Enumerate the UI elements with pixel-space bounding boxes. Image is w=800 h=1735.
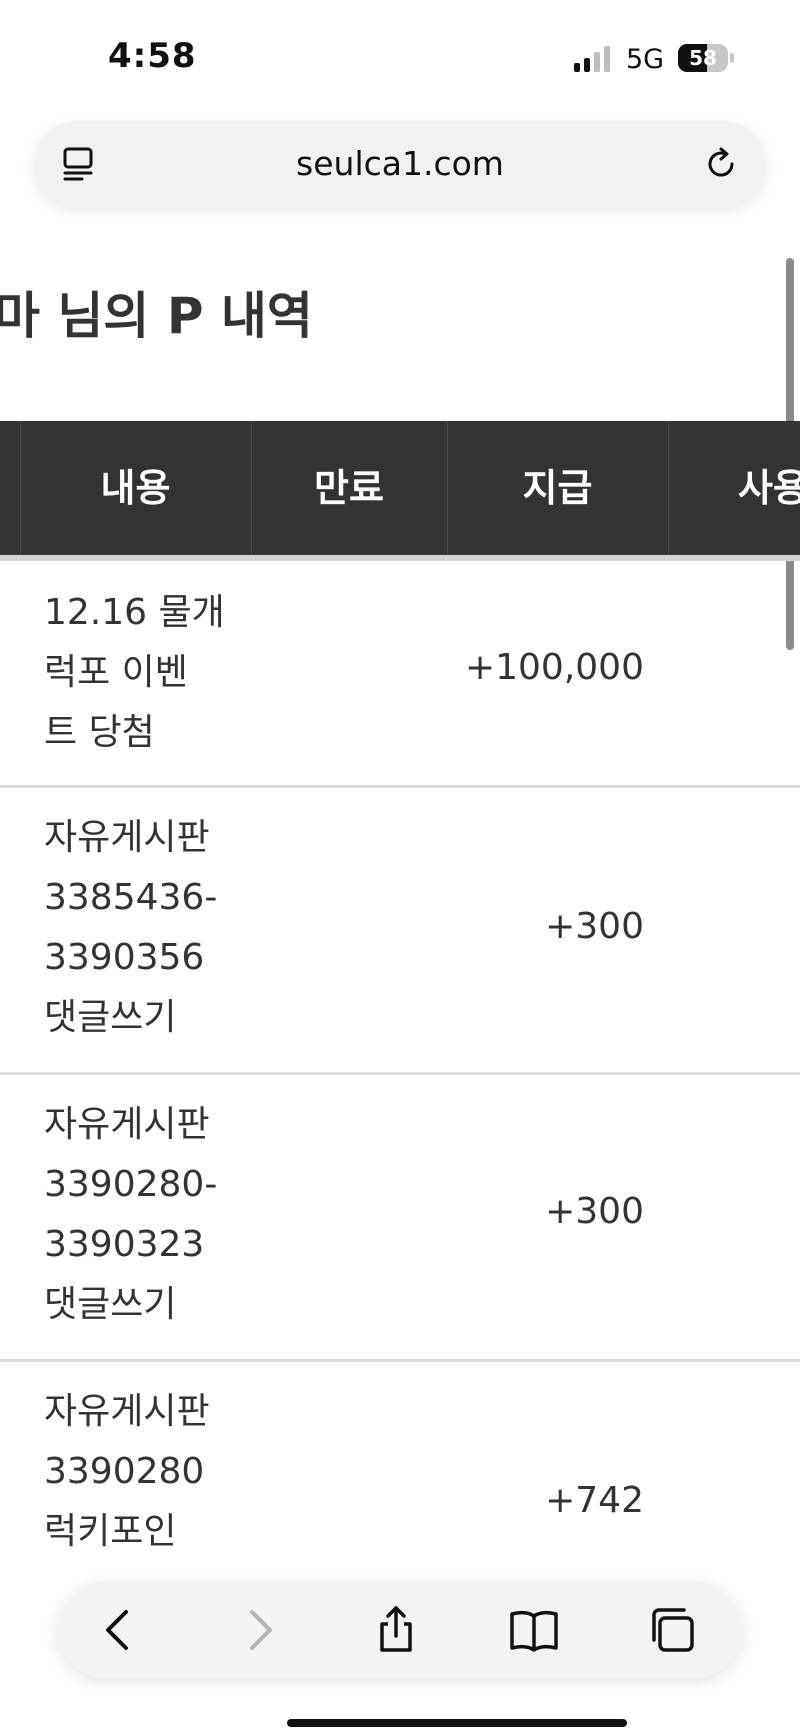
- row-content: 12.16 물개 럭포 이벤 트 당첨: [44, 592, 225, 753]
- browser-toolbar: [58, 1582, 742, 1678]
- table-header: 내용 만료 지급 사용: [0, 421, 800, 555]
- row-content: 자유게시판 3390280 럭키포인: [44, 1391, 210, 1552]
- status-bar: 4:58 5G 58: [0, 0, 800, 110]
- url-text[interactable]: seulca1.com: [134, 121, 666, 207]
- row-paid-amount: +300: [545, 906, 644, 947]
- column-header-expiry: 만료: [314, 466, 384, 510]
- table-row: 자유게시판 3390280 럭키포인 +742: [0, 1362, 800, 1582]
- battery-icon: 58: [678, 44, 734, 72]
- back-icon[interactable]: [94, 1604, 146, 1656]
- status-time: 4:58: [108, 36, 197, 76]
- table-row: 자유게시판 3385436- 3390356 댓글쓰기 +300: [0, 788, 800, 1072]
- row-content: 자유게시판 3390280- 3390323 댓글쓰기: [44, 1104, 218, 1325]
- column-header-used: 사용: [738, 466, 800, 510]
- bookmarks-icon[interactable]: [508, 1604, 560, 1656]
- battery-level: 58: [689, 46, 717, 70]
- page-title: 마 님의 P 내역: [0, 287, 313, 345]
- signal-icon: [574, 46, 610, 72]
- home-indicator: [287, 1719, 627, 1727]
- row-paid-amount: +742: [545, 1480, 644, 1521]
- tabs-icon[interactable]: [646, 1604, 698, 1656]
- reader-icon[interactable]: [60, 145, 98, 183]
- table-row: 자유게시판 3390280- 3390323 댓글쓰기 +300: [0, 1075, 800, 1359]
- reload-icon[interactable]: [702, 145, 740, 183]
- table-row: 12.16 물개 럭포 이벤 트 당첨 +100,000: [0, 561, 800, 785]
- network-label: 5G: [626, 44, 665, 75]
- row-paid-amount: +100,000: [464, 647, 644, 688]
- share-icon[interactable]: [370, 1604, 422, 1656]
- row-paid-amount: +300: [545, 1191, 644, 1232]
- row-content: 자유게시판 3385436- 3390356 댓글쓰기: [44, 817, 218, 1038]
- forward-icon[interactable]: [232, 1604, 284, 1656]
- column-header-paid: 지급: [522, 466, 593, 510]
- column-header-content: 내용: [100, 466, 171, 510]
- address-bar[interactable]: seulca1.com: [34, 121, 766, 207]
